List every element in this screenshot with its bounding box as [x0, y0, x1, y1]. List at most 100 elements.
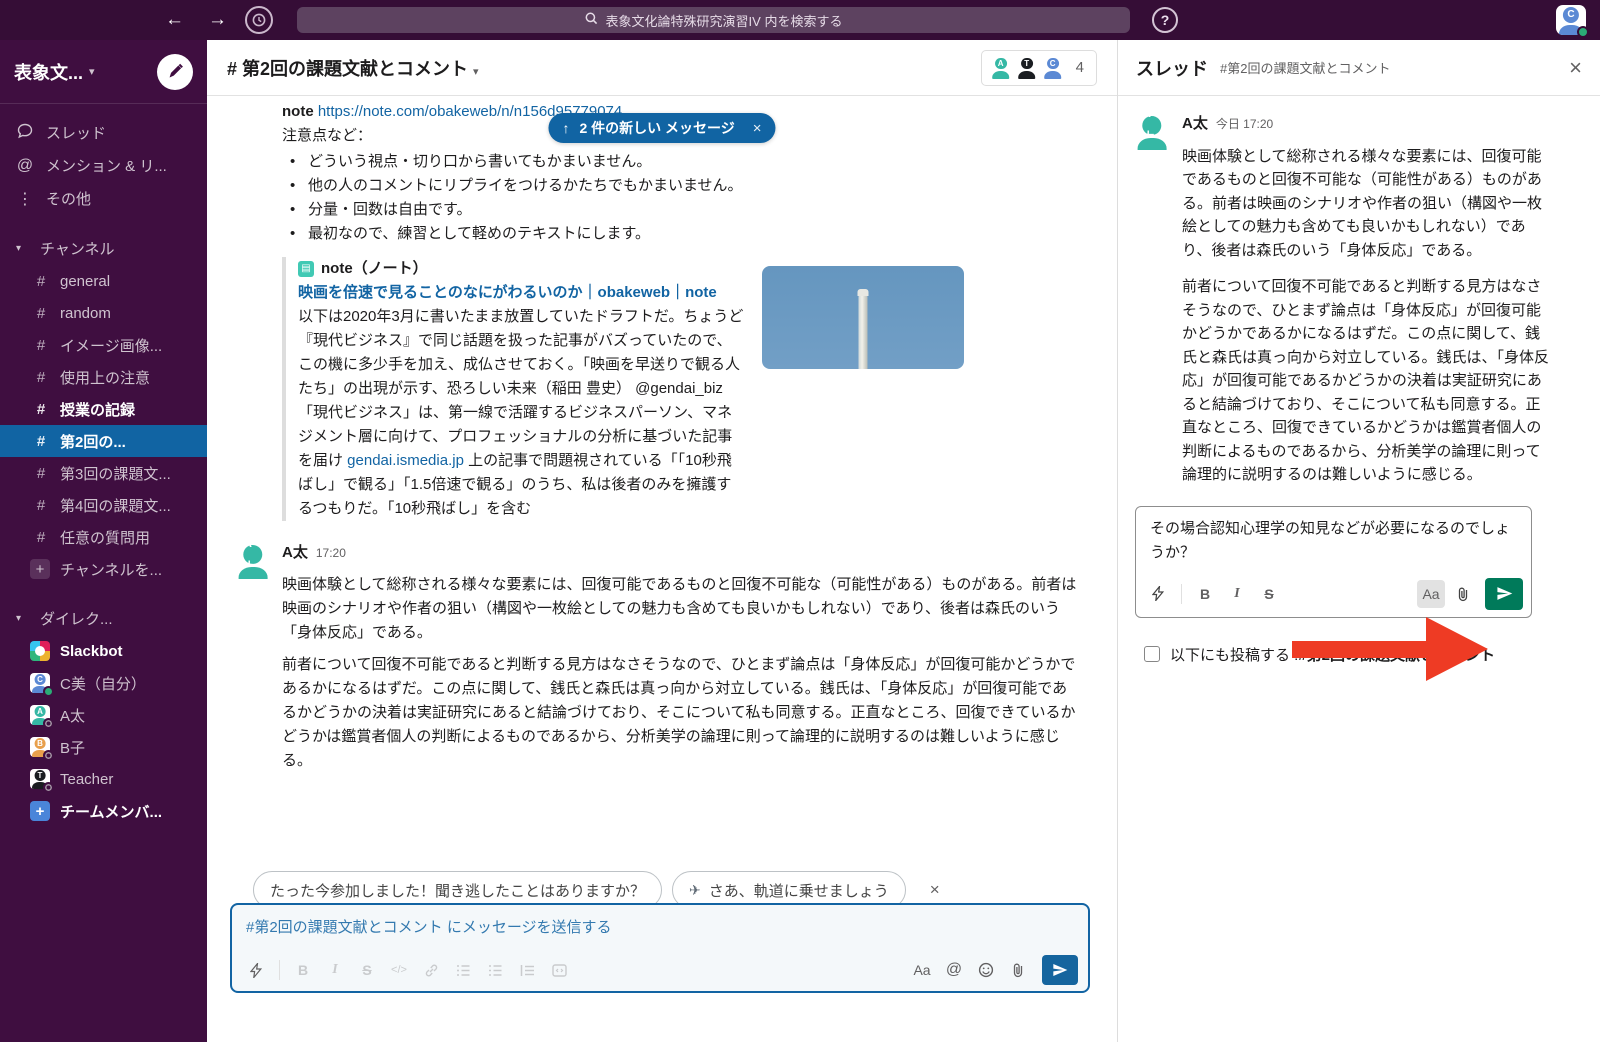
bold-icon[interactable]: B: [289, 956, 317, 984]
dm-b-ko[interactable]: B B子: [0, 731, 207, 763]
message-paragraph: 映画体験として総称される様々な要素には、回復可能であるものと回復不可能な（可能性…: [282, 573, 1077, 645]
channel-label: 第4回の課題文...: [60, 495, 171, 516]
avatar: T: [30, 769, 50, 789]
dm-slackbot[interactable]: Slackbot: [0, 635, 207, 667]
mention-icon: @: [16, 157, 34, 175]
sidebar-item-threads[interactable]: スレッド: [0, 116, 207, 149]
sidebar-item-label: スレッド: [46, 122, 106, 143]
shortcuts-lightning-icon[interactable]: [242, 956, 270, 984]
strikethrough-icon[interactable]: S: [1255, 580, 1283, 608]
thread-reply-input[interactable]: その場合認知心理学の知見などが必要になるのでしょうか？: [1136, 507, 1531, 571]
thread-root-message: A太 A太 今日 17:20 映画体験として総称される様々な要素には、回復可能で…: [1134, 112, 1552, 487]
attach-paperclip-icon[interactable]: [1449, 580, 1477, 608]
dm-a-ta[interactable]: A A太: [0, 699, 207, 731]
close-icon[interactable]: ×: [753, 120, 762, 137]
link-icon[interactable]: [417, 956, 445, 984]
emoji-icon[interactable]: [972, 956, 1000, 984]
history-clock-icon[interactable]: [245, 6, 273, 34]
shortcuts-lightning-icon[interactable]: [1144, 580, 1172, 608]
dm-label: Slackbot: [60, 643, 123, 660]
sidebar-channel-questions[interactable]: # 任意の質問用: [0, 521, 207, 553]
thread-channel-subtitle[interactable]: #第2回の課題文献とコメント: [1220, 58, 1390, 77]
sidebar-channel-session4[interactable]: # 第4回の課題文...: [0, 489, 207, 521]
composer-toolbar: B I S </> Aa @: [232, 949, 1088, 991]
blockquote-icon[interactable]: [513, 956, 541, 984]
rocket-icon: ✈: [689, 882, 701, 899]
attachment-inline-link[interactable]: gendai.ismedia.jp: [347, 452, 464, 469]
attachment-thumbnail-image[interactable]: [762, 266, 964, 369]
sidebar-item-label: メンション & リ...: [46, 155, 167, 176]
history-forward-icon[interactable]: →: [208, 9, 227, 31]
avatar[interactable]: A太: [235, 543, 271, 579]
message-paragraph: 前者について回復不可能であると判断する見方はなさそうなので、ひとまず論点は「身体…: [1182, 275, 1552, 487]
sidebar-channel-random[interactable]: # random: [0, 297, 207, 329]
new-messages-banner[interactable]: ↑ 2 件の新しい メッセージ ×: [548, 113, 775, 143]
channel-label: general: [60, 273, 110, 290]
top-bar: ← → 表象文化論特殊研究演習IV 内を検索する ? C: [0, 0, 1600, 40]
text-format-aa-icon[interactable]: Aa: [908, 956, 936, 984]
sidebar: 表象文... ▾ スレッド @ メンション & リ... ⋮ その他 ▾ チャン…: [0, 40, 207, 1042]
toolbar-divider: [1181, 584, 1182, 604]
avatar[interactable]: A太: [1134, 114, 1170, 150]
plus-icon: +: [30, 801, 50, 821]
hash-icon: #: [34, 465, 48, 482]
new-message-button[interactable]: [157, 54, 193, 90]
message-author[interactable]: A太: [1182, 112, 1208, 136]
send-button[interactable]: [1042, 955, 1078, 985]
close-icon[interactable]: ×: [1569, 55, 1582, 81]
thread-composer-toolbar: B I S Aa: [1136, 571, 1531, 617]
channels-section-header[interactable]: ▾ チャンネル: [0, 231, 207, 265]
add-team-member-button[interactable]: + チームメンバ...: [0, 795, 207, 827]
search-icon: [585, 12, 598, 28]
add-member-label: チームメンバ...: [60, 801, 162, 822]
bullet-item: 他の人のコメントにリプライをつけるかたちでもかまいません。: [282, 174, 1097, 198]
message-author[interactable]: A太: [282, 541, 308, 565]
channel-members-button[interactable]: A T C 4: [981, 50, 1097, 86]
ordered-list-icon[interactable]: [449, 956, 477, 984]
sidebar-item-mentions[interactable]: @ メンション & リ...: [0, 149, 207, 182]
attach-paperclip-icon[interactable]: [1004, 956, 1032, 984]
strikethrough-icon[interactable]: S: [353, 956, 381, 984]
sidebar-channel-usage-notes[interactable]: # 使用上の注意: [0, 361, 207, 393]
bold-icon[interactable]: B: [1191, 580, 1219, 608]
message-timestamp[interactable]: 今日 17:20: [1216, 113, 1273, 137]
code-icon[interactable]: </>: [385, 956, 413, 984]
toolbar-divider: [279, 960, 280, 980]
history-back-icon[interactable]: ←: [165, 9, 184, 31]
attachment-description: 以下は2020年3月に書いたまま放置していたドラフトだ。ちょうど『現代ビジネス』…: [298, 305, 746, 521]
thread-panel: スレッド #第2回の課題文献とコメント × A太 A太 今日 17:20 映画体…: [1117, 40, 1600, 1042]
dm-teacher[interactable]: T Teacher: [0, 763, 207, 795]
code-block-icon[interactable]: [545, 956, 573, 984]
close-icon[interactable]: ×: [930, 880, 940, 900]
thread-send-button[interactable]: [1485, 578, 1523, 610]
message-input[interactable]: [232, 905, 1088, 949]
search-input[interactable]: 表象文化論特殊研究演習IV 内を検索する: [297, 7, 1130, 33]
sidebar-item-more[interactable]: ⋮ その他: [0, 182, 207, 215]
help-icon[interactable]: ?: [1152, 7, 1178, 33]
sidebar-channel-session2-active[interactable]: # 第2回の...: [0, 425, 207, 457]
add-channel-button[interactable]: + チャンネルを...: [0, 553, 207, 585]
also-post-checkbox[interactable]: [1144, 646, 1160, 662]
sidebar-channel-general[interactable]: # general: [0, 265, 207, 297]
italic-icon[interactable]: I: [321, 956, 349, 984]
user-avatar[interactable]: C: [1556, 5, 1586, 35]
message-paragraph: 前者について回復不可能であると判断する見方はなさそうなので、ひとまず論点は「身体…: [282, 653, 1077, 773]
message-timestamp[interactable]: 17:20: [316, 541, 346, 565]
chip-label: さあ、軌道に乗せましょう: [709, 880, 889, 901]
text-format-aa-icon[interactable]: Aa: [1417, 580, 1445, 608]
threads-icon: [16, 123, 34, 143]
sidebar-channel-images[interactable]: # イメージ画像...: [0, 329, 207, 361]
sidebar-channel-class-records[interactable]: # 授業の記録: [0, 393, 207, 425]
dm-section-header[interactable]: ▾ ダイレク...: [0, 601, 207, 635]
sidebar-channel-session3[interactable]: # 第3回の課題文...: [0, 457, 207, 489]
also-post-label: 以下にも投稿する :#第2回の課題文献とコメント: [1170, 644, 1495, 665]
workspace-name[interactable]: 表象文...: [14, 59, 83, 85]
italic-icon[interactable]: I: [1223, 580, 1251, 608]
bullet-list-icon[interactable]: [481, 956, 509, 984]
channel-label: 使用上の注意: [60, 367, 150, 388]
dm-self[interactable]: C C美（自分）: [0, 667, 207, 699]
thread-header: スレッド #第2回の課題文献とコメント ×: [1118, 40, 1600, 96]
mention-icon[interactable]: @: [940, 956, 968, 984]
channel-title[interactable]: # 第2回の課題文献とコメント▾: [227, 55, 479, 81]
attachment-title-link[interactable]: 映画を倍速で見ることのなにがわるいのか｜obakeweb｜note: [298, 281, 746, 305]
